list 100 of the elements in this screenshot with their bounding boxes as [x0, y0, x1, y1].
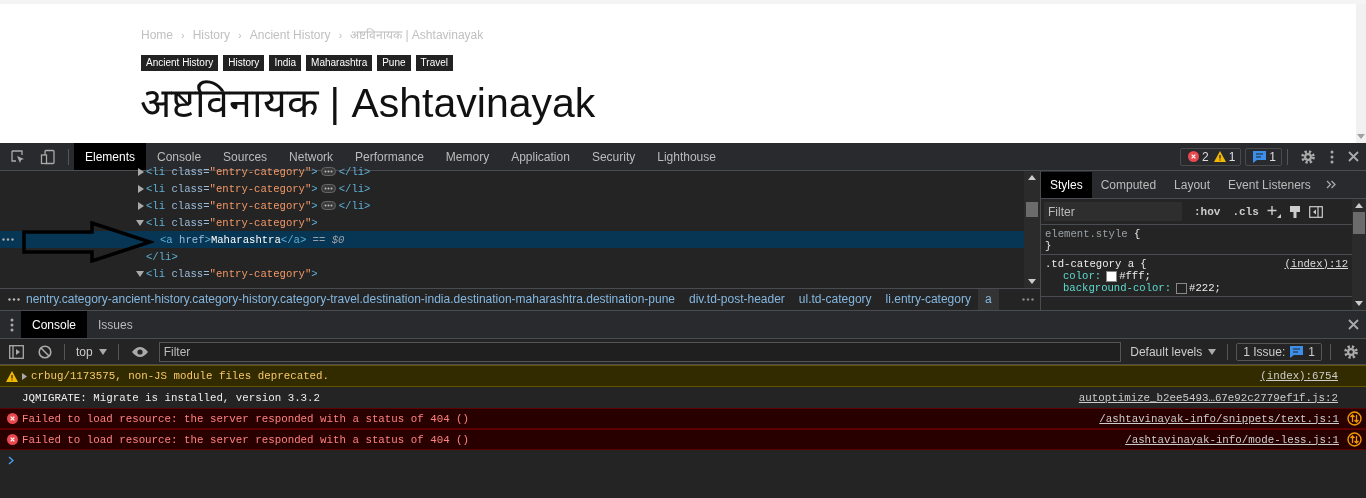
color-swatch[interactable]: [1106, 270, 1118, 282]
error-icon: [1187, 151, 1199, 162]
element-breadcrumb[interactable]: div.td-post-header: [682, 289, 792, 310]
source-link[interactable]: (index):6754: [1260, 370, 1338, 382]
settings-icon[interactable]: [1300, 148, 1316, 165]
styles-scrollbar[interactable]: [1352, 199, 1366, 310]
scroll-up-icon[interactable]: [1355, 203, 1363, 208]
dom-scrollbar[interactable]: [1024, 171, 1040, 288]
dom-node-line[interactable]: <li class="entry-category">: [146, 267, 318, 280]
expanded-triangle-icon[interactable]: [136, 270, 144, 277]
more-options-icon[interactable]: [10, 317, 14, 332]
scroll-thumb[interactable]: [1353, 212, 1365, 234]
dom-node-line[interactable]: <li class="entry-category">: [146, 182, 318, 195]
device-toggle-icon[interactable]: [40, 148, 56, 165]
dom-closing-tag[interactable]: </li>: [338, 165, 371, 178]
dom-node-line[interactable]: <li class="entry-category">: [146, 199, 318, 212]
element-breadcrumb[interactable]: li.entry-category: [878, 289, 978, 310]
more-icon[interactable]: [1022, 298, 1034, 301]
category-tag[interactable]: History: [223, 55, 265, 71]
expand-triangle-icon[interactable]: [22, 372, 27, 380]
sidebar-tab[interactable]: Computed: [1091, 171, 1166, 198]
console-message: crbug/1173575, non-JS module files deprecated.: [31, 370, 330, 382]
error-icon: [6, 413, 18, 424]
settings-icon[interactable]: [1343, 343, 1359, 360]
scroll-thumb[interactable]: [1026, 202, 1038, 217]
panel-tab[interactable]: Application: [500, 143, 581, 170]
dom-closing-tag[interactable]: </li>: [338, 199, 371, 212]
panel-tab[interactable]: Lighthouse: [646, 143, 727, 170]
element-breadcrumb[interactable]: ul.td-category: [791, 289, 879, 310]
more-icon[interactable]: [8, 298, 20, 301]
element-breadcrumb[interactable]: a: [977, 289, 999, 310]
context-dropdown[interactable]: top: [76, 344, 107, 359]
category-tag[interactable]: Travel: [415, 55, 453, 71]
breadcrumb-separator: ›: [180, 28, 186, 41]
panel-tab[interactable]: Memory: [434, 143, 501, 170]
console-message: Failed to load resource: the server responded with a status of 404 (): [22, 412, 470, 425]
eye-icon[interactable]: [130, 345, 149, 358]
scroll-down-icon[interactable]: [1028, 279, 1036, 284]
panel-tab[interactable]: Elements: [74, 143, 147, 170]
message-icon: [1290, 345, 1304, 358]
sidebar-tab[interactable]: Event Listeners: [1219, 171, 1320, 198]
css-selector: .td-category a {: [1045, 258, 1147, 270]
sidebar-tab[interactable]: Styles: [1041, 171, 1092, 198]
sidebar-toggle-icon[interactable]: [9, 344, 24, 359]
caret-icon: [1208, 348, 1217, 355]
network-request-icon[interactable]: [1347, 432, 1362, 447]
source-link[interactable]: /ashtavinayak-info/mode-less.js:1: [1125, 433, 1339, 446]
css-property: color:: [1063, 270, 1102, 282]
category-tag[interactable]: Ancient History: [141, 55, 219, 71]
sidebar-toggle-icon[interactable]: [1308, 205, 1323, 218]
console-message: JQMIGRATE: Migrate is installed, version 3.3.2: [22, 391, 321, 404]
category-tag[interactable]: India: [269, 55, 302, 71]
category-tag[interactable]: Pune: [377, 55, 411, 71]
error-icon: [6, 434, 18, 445]
warning-icon: [1213, 151, 1226, 162]
source-link[interactable]: autoptimize_b2ee5493…67e92c2779ef1f.js:2: [1078, 391, 1338, 404]
add-icon[interactable]: [1266, 204, 1281, 219]
dom-node-line[interactable]: <a href>Maharashtra</a> == $0: [160, 233, 345, 246]
color-swatch[interactable]: [1176, 282, 1188, 294]
scroll-up-icon[interactable]: [1028, 175, 1036, 180]
collapsed-content-icon[interactable]: [320, 201, 336, 210]
clear-console-icon[interactable]: [38, 344, 52, 359]
panel-tab[interactable]: Security: [580, 143, 647, 170]
prompt-chevron-icon[interactable]: [8, 455, 14, 465]
message-icon: [1253, 150, 1267, 163]
element-breadcrumb[interactable]: nentry.category-ancient-history.category-history.category-travel.destination-india.destination-maharashtra.destination-pune: [26, 289, 682, 310]
issues-button[interactable]: 1 Issue: 1: [1236, 342, 1322, 361]
issues-counter[interactable]: 1: [1245, 147, 1282, 166]
close-icon[interactable]: [1348, 319, 1359, 330]
scroll-down-icon[interactable]: [1355, 301, 1363, 306]
expanded-triangle-icon[interactable]: [136, 219, 144, 226]
dom-node-line[interactable]: </li>: [146, 250, 178, 263]
styles-filter-field[interactable]: Filter: [1044, 202, 1182, 221]
page-scrollbar[interactable]: [1356, 4, 1366, 143]
sidebar-tab[interactable]: Layout: [1165, 171, 1220, 198]
hover-state-toggle[interactable]: :hov: [1194, 205, 1221, 218]
dom-node-line[interactable]: <li class="entry-category">: [146, 216, 318, 229]
breadcrumb-separator: ›: [337, 28, 344, 41]
error-warning-counter[interactable]: 2 1: [1179, 147, 1242, 166]
class-toggle[interactable]: .cls: [1232, 205, 1259, 218]
close-icon[interactable]: [1348, 151, 1359, 162]
collapsed-content-icon[interactable]: [320, 167, 336, 176]
category-tag[interactable]: Maharashtra: [306, 55, 373, 71]
source-link[interactable]: (index):12: [1284, 258, 1348, 270]
dom-node-line[interactable]: <li class="entry-category">: [146, 165, 318, 178]
drawer-tab[interactable]: Issues: [87, 311, 144, 338]
console-filter-field[interactable]: Filter: [158, 341, 1122, 362]
caret-icon: [98, 348, 107, 355]
source-link[interactable]: /ashtavinayak-info/snippets/text.js:1: [1099, 412, 1339, 425]
log-levels-dropdown[interactable]: Default levels: [1130, 344, 1217, 359]
paint-brush-icon[interactable]: [1288, 204, 1301, 219]
network-request-icon[interactable]: [1347, 411, 1362, 426]
warning-icon: [6, 370, 18, 382]
collapsed-content-icon[interactable]: [320, 184, 336, 193]
inspect-icon[interactable]: [10, 148, 26, 165]
double-chevron-icon[interactable]: [1325, 180, 1336, 189]
dom-closing-tag[interactable]: </li>: [338, 182, 371, 195]
more-icon[interactable]: [2, 238, 14, 241]
drawer-tab[interactable]: Console: [21, 311, 88, 338]
more-options-icon[interactable]: [1330, 149, 1334, 164]
